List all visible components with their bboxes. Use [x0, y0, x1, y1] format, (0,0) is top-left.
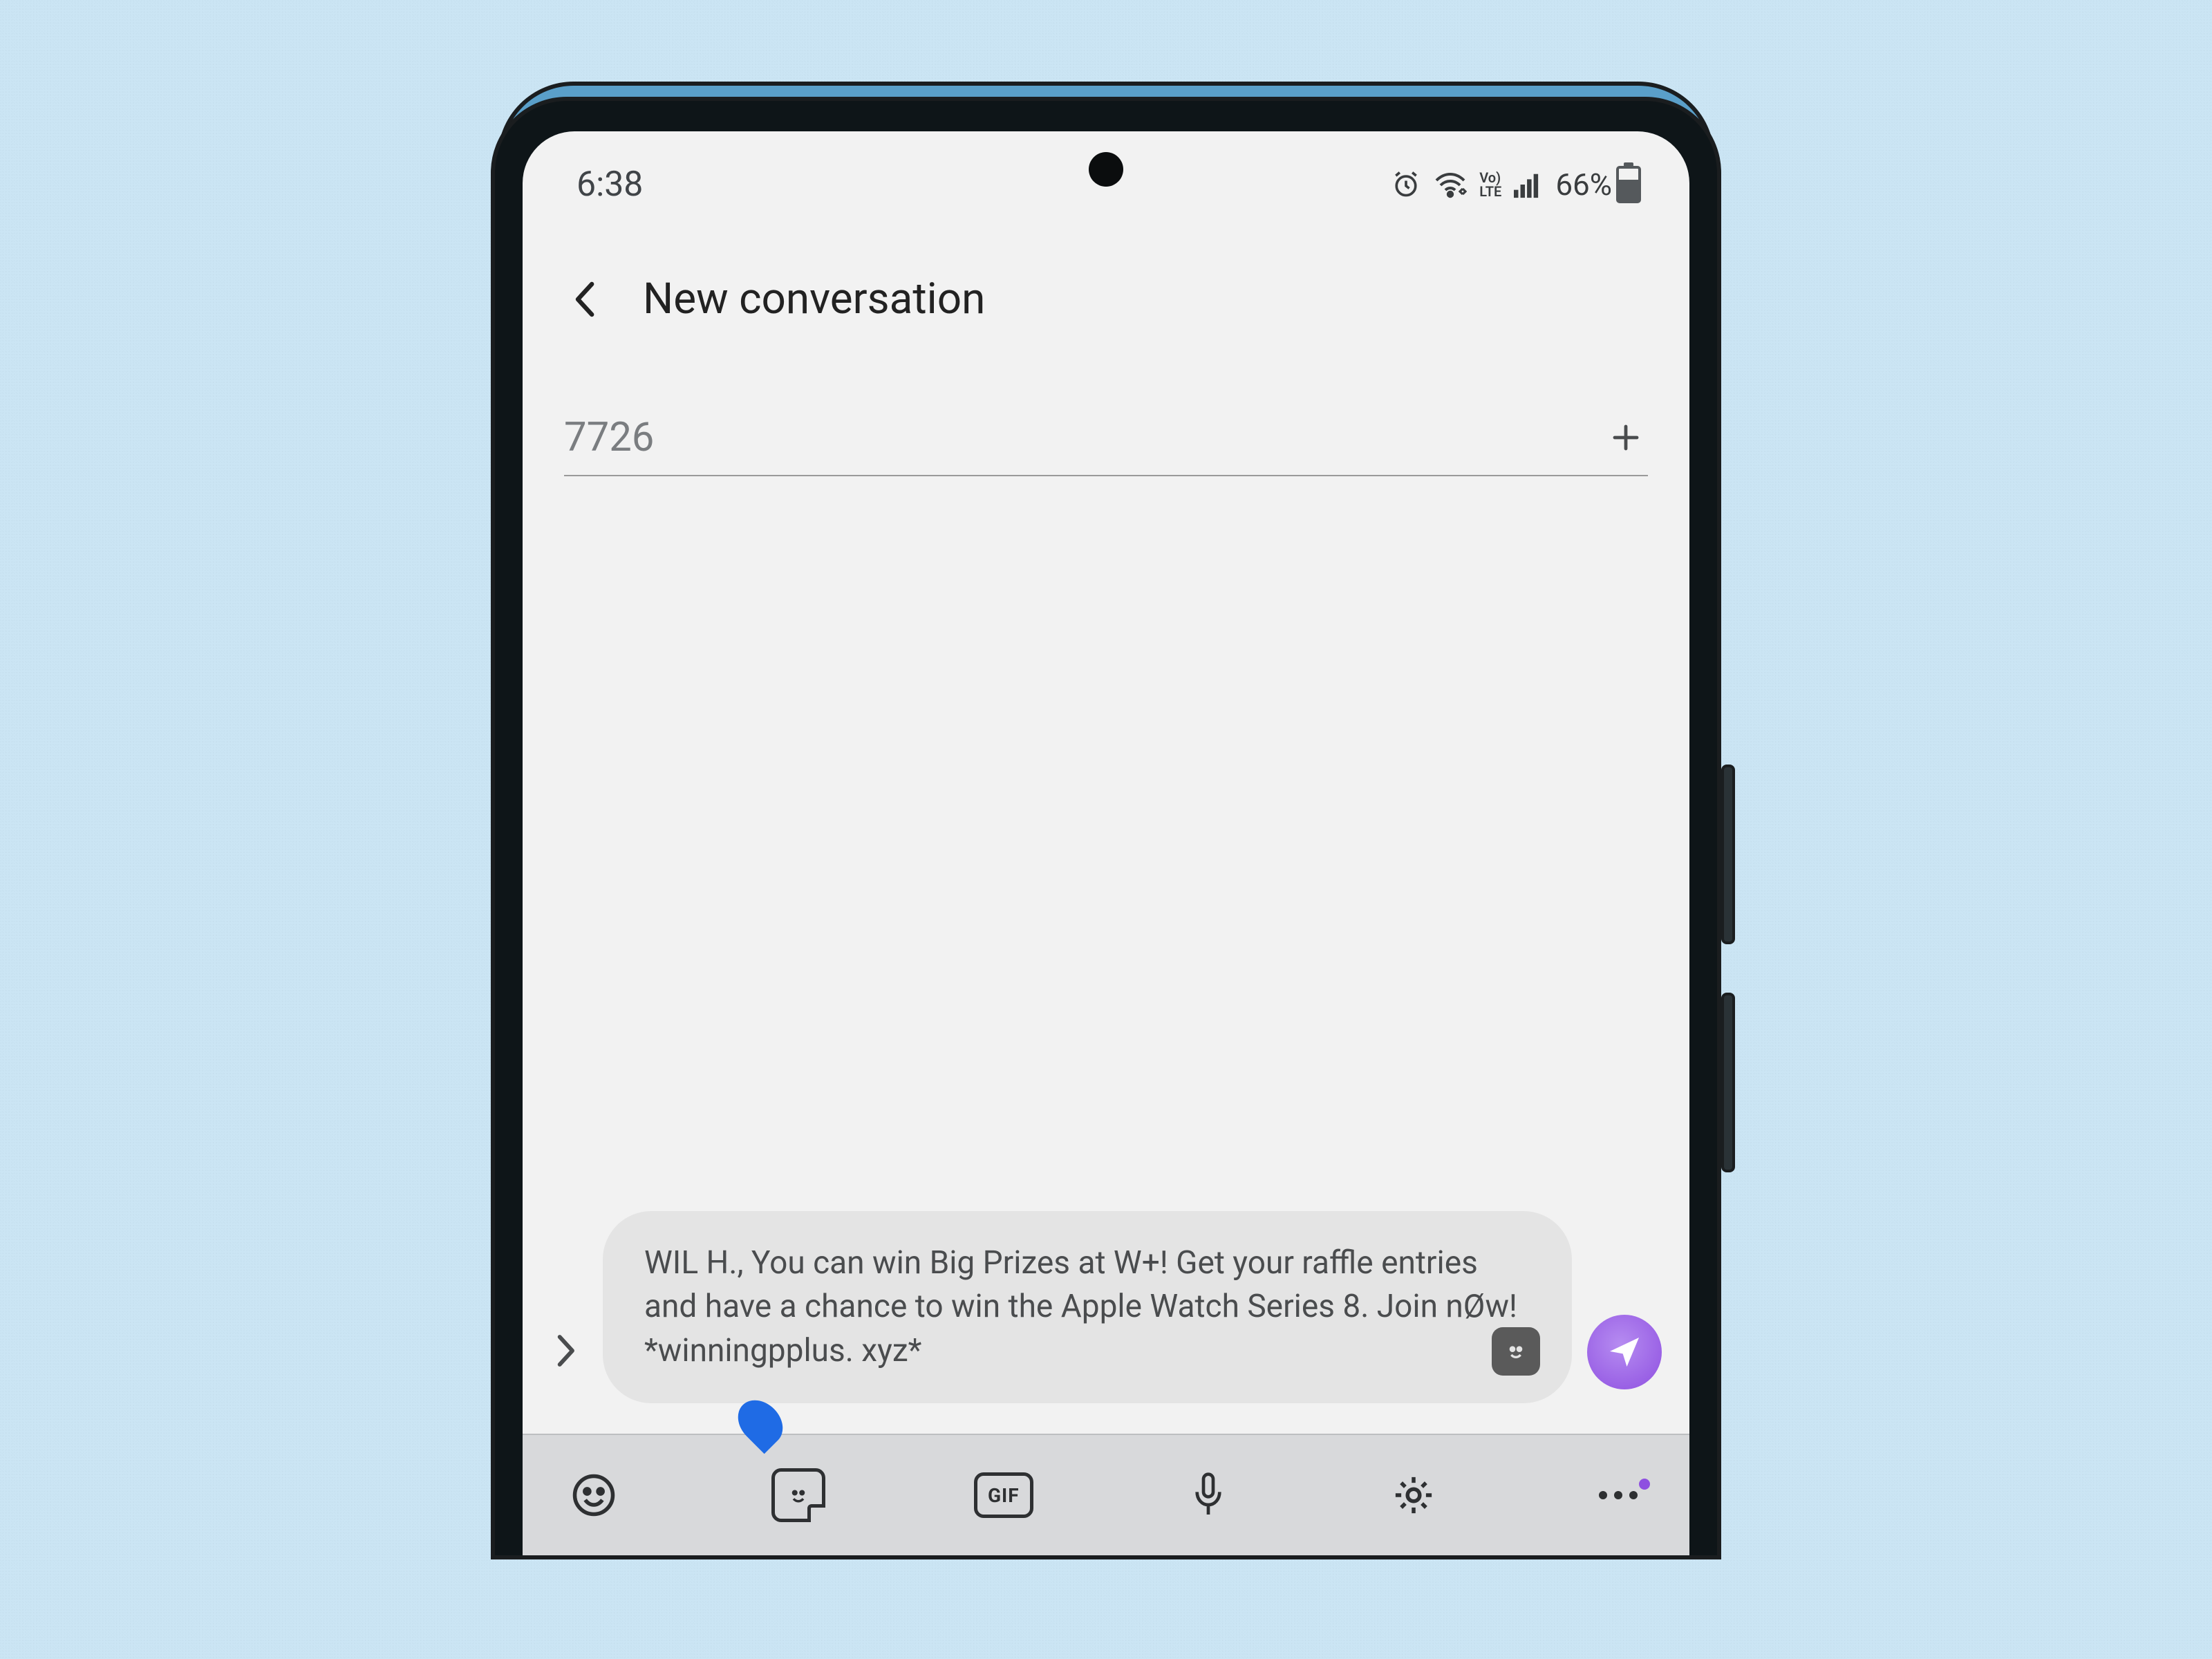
wifi-icon	[1434, 171, 1467, 198]
battery-percent: 66%	[1555, 167, 1612, 203]
sticker-button-inline[interactable]	[1492, 1327, 1540, 1376]
message-input[interactable]: WIL H., You can win Big Prizes at W+! Ge…	[603, 1211, 1572, 1403]
battery-indicator: 66%	[1555, 166, 1641, 203]
front-camera	[1089, 152, 1123, 187]
conversation-area: WIL H., You can win Big Prizes at W+! Ge…	[523, 476, 1689, 1434]
page-title: New conversation	[643, 274, 985, 324]
screen: 6:38	[523, 131, 1689, 1555]
volte-icon: Vo) LTE	[1479, 171, 1501, 198]
recipient-value: 7726	[564, 414, 654, 461]
settings-button[interactable]	[1384, 1465, 1443, 1525]
side-button-volume	[1721, 765, 1735, 944]
conversation-header: New conversation	[523, 212, 1689, 355]
status-time: 6:38	[577, 165, 643, 205]
battery-icon	[1616, 166, 1641, 203]
message-text: WIL H., You can win Big Prizes at W+! Ge…	[644, 1244, 1517, 1369]
notification-dot-icon	[1639, 1479, 1650, 1490]
send-button[interactable]	[1587, 1315, 1662, 1389]
phone-frame: 6:38	[491, 97, 1721, 1559]
keyboard-toolbar: GIF	[523, 1434, 1689, 1555]
status-icons: Vo) LTE 66%	[1391, 166, 1641, 203]
sticker-button[interactable]	[769, 1465, 828, 1525]
recipient-field[interactable]: 7726	[564, 414, 1648, 476]
add-recipient-button[interactable]	[1604, 415, 1648, 460]
emoji-button[interactable]	[564, 1465, 624, 1525]
expand-button[interactable]	[543, 1329, 588, 1373]
more-button[interactable]	[1588, 1465, 1648, 1525]
voice-button[interactable]	[1179, 1465, 1238, 1525]
alarm-icon	[1391, 169, 1421, 200]
gif-button[interactable]: GIF	[974, 1465, 1033, 1525]
compose-row: WIL H., You can win Big Prizes at W+! Ge…	[543, 1211, 1662, 1403]
phone-body: 6:38	[491, 97, 1721, 1559]
signal-icon	[1514, 171, 1543, 198]
back-button[interactable]	[561, 275, 610, 324]
side-button-power	[1721, 993, 1735, 1172]
